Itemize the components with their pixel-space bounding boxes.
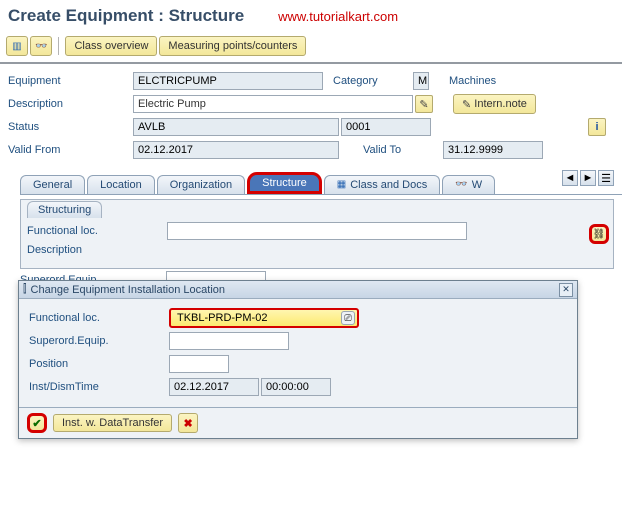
toolbar-divider xyxy=(58,37,59,55)
equipment-value: ELCTRICPUMP xyxy=(133,72,323,90)
description-edit-button[interactable]: ✎ xyxy=(415,95,433,113)
install-location-dialog: ⫿ Change Equipment Installation Location… xyxy=(18,280,578,439)
popup-funcloc-label: Functional loc. xyxy=(29,312,169,324)
description-label: Description xyxy=(8,98,133,110)
measuring-points-button[interactable]: Measuring points/counters xyxy=(159,36,306,56)
popup-position-label: Position xyxy=(29,358,169,370)
popup-funcloc-value: TKBL-PRD-PM-02 xyxy=(177,312,267,324)
status-info-button[interactable]: i xyxy=(588,118,606,136)
dialog-close-button[interactable]: ✕ xyxy=(559,283,573,297)
glasses-icon: 👓 xyxy=(35,41,47,52)
popup-instdism-date: 02.12.2017 xyxy=(169,378,259,396)
status-value: AVLB xyxy=(133,118,339,136)
glasses-icon: 👓 xyxy=(455,180,467,190)
tab-organization[interactable]: Organization xyxy=(157,175,245,194)
popup-position-input[interactable] xyxy=(169,355,229,373)
popup-instdism-label: Inst/DismTime xyxy=(29,381,169,393)
search-help-button[interactable]: ⎚ xyxy=(341,311,355,325)
class-overview-button[interactable]: Class overview xyxy=(65,36,157,56)
panel-funcloc-input[interactable] xyxy=(167,222,467,240)
panel-funcloc-label: Functional loc. xyxy=(27,225,167,237)
tab-scroll-left[interactable]: ◄ xyxy=(562,170,578,186)
tab-w-label: W xyxy=(472,179,482,191)
structure-help-button[interactable]: ⛓ xyxy=(589,224,609,244)
watermark-url: www.tutorialkart.com xyxy=(278,9,398,24)
info-icon: i xyxy=(595,121,598,133)
inst-datatransfer-button[interactable]: Inst. w. DataTransfer xyxy=(53,414,172,432)
pencil-icon: ✎ xyxy=(419,98,428,111)
doc-icon: ▥ xyxy=(12,41,21,52)
category-label: Category xyxy=(333,75,413,87)
intern-note-label: Intern.note xyxy=(474,98,527,110)
popup-instdism-time: 00:00:00 xyxy=(261,378,331,396)
tab-scroll-right[interactable]: ► xyxy=(580,170,596,186)
hierarchy-icon: ⛓ xyxy=(593,229,606,240)
status-label: Status xyxy=(8,121,133,133)
valid-to-value: 31.12.9999 xyxy=(443,141,543,159)
structuring-panel-title: Structuring xyxy=(27,201,102,218)
description-input[interactable] xyxy=(133,95,413,113)
intern-note-button[interactable]: ✎ Intern.note xyxy=(453,94,536,114)
panel-description-label: Description xyxy=(27,244,167,256)
valid-from-value: 02.12.2017 xyxy=(133,141,339,159)
popup-superord-input[interactable] xyxy=(169,332,289,350)
dialog-icon: ⫿ xyxy=(23,283,27,296)
cancel-icon: ✖ xyxy=(183,417,192,430)
popup-superord-label: Superord.Equip. xyxy=(29,335,169,347)
tab-structure[interactable]: Structure xyxy=(247,172,322,194)
tab-w[interactable]: 👓W xyxy=(442,175,495,194)
dialog-title: Change Equipment Installation Location xyxy=(31,284,225,296)
tab-class-docs[interactable]: ▦ Class and Docs xyxy=(324,175,441,194)
pencil-icon: ✎ xyxy=(462,98,471,111)
category-text: Machines xyxy=(449,75,496,87)
tab-location[interactable]: Location xyxy=(87,175,155,194)
page-title: Create Equipment : Structure xyxy=(8,6,244,26)
grid-icon: ▦ xyxy=(337,180,346,190)
tab-class-docs-label: Class and Docs xyxy=(350,179,427,191)
toolbar: ▥ 👓 Class overview Measuring points/coun… xyxy=(0,34,622,64)
check-icon: ✔ xyxy=(32,417,41,430)
category-value: M xyxy=(413,72,429,90)
confirm-button[interactable]: ✔ xyxy=(27,413,47,433)
popup-funcloc-input[interactable]: TKBL-PRD-PM-02 ⎚ xyxy=(169,308,359,328)
tab-general[interactable]: General xyxy=(20,175,85,194)
structuring-panel: Structuring Functional loc. Description … xyxy=(20,199,614,269)
header-icon-btn-2[interactable]: 👓 xyxy=(30,36,52,56)
equipment-label: Equipment xyxy=(8,75,133,87)
status-code: 0001 xyxy=(341,118,431,136)
header-icon-btn-1[interactable]: ▥ xyxy=(6,36,28,56)
valid-from-label: Valid From xyxy=(8,144,133,156)
cancel-button[interactable]: ✖ xyxy=(178,413,198,433)
tab-list-button[interactable]: ☰ xyxy=(598,170,614,186)
valid-to-label: Valid To xyxy=(363,144,443,156)
